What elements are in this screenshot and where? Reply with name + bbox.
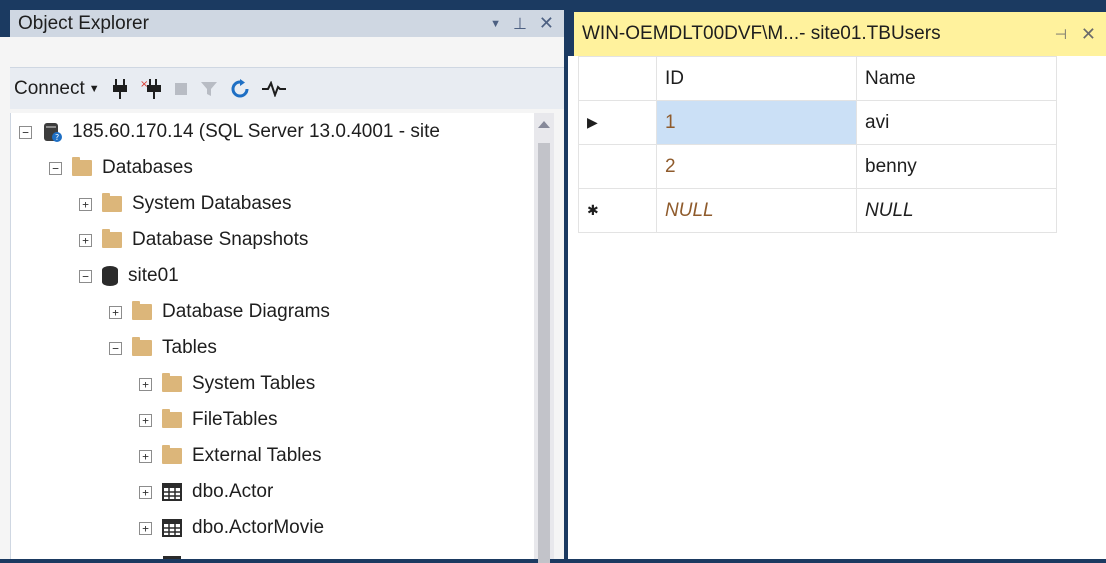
- row-selector-header[interactable]: [578, 56, 657, 101]
- tree-node-dbo-actor[interactable]: + dbo.Actor: [139, 475, 273, 509]
- tree-node-label: System Tables: [192, 373, 316, 394]
- window-position-dropdown-icon[interactable]: ▼: [490, 18, 501, 30]
- tree-node-label: Database Diagrams: [162, 301, 330, 322]
- tree-node-label: Tables: [162, 337, 217, 358]
- tree-node-databases[interactable]: − Databases: [49, 151, 193, 185]
- folder-icon: [162, 445, 182, 464]
- tree-node-partial: [139, 547, 192, 559]
- object-explorer-tree: − ? 185.60.170.14 (SQL Server 13.0.4001 …: [10, 113, 534, 559]
- filter-icon: [200, 80, 218, 98]
- collapse-icon[interactable]: −: [49, 161, 62, 175]
- tree-node-label: Database Snapshots: [132, 229, 309, 250]
- table-data-grid[interactable]: ID Name ▶ 1 avi 2 benny ✱ NULL NULL: [578, 56, 1057, 233]
- cell-name[interactable]: NULL: [856, 188, 1057, 233]
- stop-icon: [174, 82, 188, 96]
- tree-node-site01[interactable]: − site01: [79, 259, 179, 293]
- table-icon: [162, 483, 182, 501]
- object-explorer-title: Object Explorer: [18, 12, 149, 34]
- tree-node-label: 185.60.170.14 (SQL Server 13.0.4001 - si…: [72, 121, 440, 142]
- svg-text:?: ?: [55, 133, 59, 142]
- new-row-indicator-icon[interactable]: ✱: [578, 188, 657, 233]
- tree-node-dbo-actormovie[interactable]: + dbo.ActorMovie: [139, 511, 324, 545]
- refresh-icon[interactable]: [230, 78, 250, 99]
- tree-node-external-tables[interactable]: + External Tables: [139, 439, 322, 473]
- folder-icon: [102, 229, 122, 248]
- tree-node-server[interactable]: − ? 185.60.170.14 (SQL Server 13.0.4001 …: [19, 115, 440, 149]
- folder-icon: [102, 193, 122, 212]
- tree-node-system-databases[interactable]: + System Databases: [79, 187, 291, 221]
- tree-node-system-tables[interactable]: + System Tables: [139, 367, 315, 401]
- row-selector[interactable]: [578, 144, 657, 189]
- tree-node-label: dbo.ActorMovie: [192, 517, 325, 538]
- auto-hide-pin-icon[interactable]: ⊥: [513, 14, 527, 34]
- tree-node-label: External Tables: [192, 445, 322, 466]
- tab-label: WIN-OEMDLT00DVF\M...- site01.TBUsers: [582, 23, 941, 44]
- grid-header-row: ID Name: [578, 56, 1057, 101]
- tab-tbusers[interactable]: WIN-OEMDLT00DVF\M...- site01.TBUsers ⊣ ✕: [574, 12, 1106, 56]
- table-row[interactable]: 2 benny: [578, 144, 1057, 189]
- collapse-icon[interactable]: −: [79, 269, 92, 283]
- expand-icon[interactable]: +: [139, 485, 152, 499]
- connect-plug-icon[interactable]: [112, 78, 128, 99]
- server-icon: ?: [42, 121, 64, 143]
- expand-icon[interactable]: +: [139, 521, 152, 535]
- expand-icon[interactable]: +: [79, 233, 92, 247]
- cell-name[interactable]: avi: [856, 100, 1057, 145]
- table-icon: [162, 519, 182, 537]
- tree-node-database-snapshots[interactable]: + Database Snapshots: [79, 223, 308, 257]
- chevron-down-icon: ▼: [88, 82, 100, 95]
- object-explorer-panel: Object Explorer ▼ ⊥ ✕ Connect ▼ × − ? 18…: [0, 0, 564, 563]
- connect-label: Connect: [14, 77, 85, 99]
- folder-icon: [162, 409, 182, 428]
- disconnect-icon[interactable]: ×: [140, 78, 162, 99]
- column-header-id[interactable]: ID: [656, 56, 857, 101]
- folder-icon: [72, 157, 92, 176]
- cell-id[interactable]: 2: [656, 144, 857, 189]
- tree-node-label: FileTables: [192, 409, 278, 430]
- close-icon[interactable]: ✕: [539, 13, 554, 34]
- tree-node-filetables[interactable]: + FileTables: [139, 403, 278, 437]
- scrollbar-thumb[interactable]: [538, 143, 550, 563]
- tree-vertical-scrollbar[interactable]: [534, 113, 554, 563]
- folder-icon: [132, 301, 152, 320]
- current-row-indicator-icon[interactable]: ▶: [578, 100, 657, 145]
- collapse-icon[interactable]: −: [19, 125, 32, 139]
- document-tabstrip: WIN-OEMDLT00DVF\M...- site01.TBUsers ⊣ ✕: [568, 0, 1106, 56]
- results-grid-area: ID Name ▶ 1 avi 2 benny ✱ NULL NULL: [578, 56, 1106, 559]
- cell-id[interactable]: 1: [656, 100, 857, 145]
- table-row-new[interactable]: ✱ NULL NULL: [578, 188, 1057, 233]
- expand-icon[interactable]: +: [79, 197, 92, 211]
- collapse-icon[interactable]: −: [109, 341, 122, 355]
- tree-node-database-diagrams[interactable]: + Database Diagrams: [109, 295, 330, 329]
- expand-icon[interactable]: +: [139, 449, 152, 463]
- expand-icon[interactable]: +: [109, 305, 122, 319]
- cell-id[interactable]: NULL: [656, 188, 857, 233]
- close-tab-icon[interactable]: ✕: [1081, 24, 1096, 45]
- tree-node-label: site01: [128, 265, 179, 286]
- object-explorer-titlebar: Object Explorer ▼ ⊥ ✕: [0, 0, 564, 37]
- expand-icon[interactable]: +: [139, 413, 152, 427]
- column-header-name[interactable]: Name: [856, 56, 1057, 101]
- table-row[interactable]: ▶ 1 avi: [578, 100, 1057, 145]
- database-icon: [102, 266, 118, 286]
- scroll-up-icon[interactable]: [538, 121, 550, 128]
- expand-icon[interactable]: +: [139, 377, 152, 391]
- document-pane: WIN-OEMDLT00DVF\M...- site01.TBUsers ⊣ ✕…: [568, 0, 1106, 559]
- tree-node-label: System Databases: [132, 193, 292, 214]
- table-icon: [162, 555, 182, 559]
- connect-button[interactable]: Connect ▼: [14, 78, 100, 100]
- tree-node-label: dbo.Actor: [192, 481, 274, 502]
- tree-node-label: Databases: [102, 157, 193, 178]
- folder-icon: [132, 337, 152, 356]
- tree-node-tables[interactable]: − Tables: [109, 331, 217, 365]
- cell-name[interactable]: benny: [856, 144, 1057, 189]
- folder-icon: [162, 373, 182, 392]
- pin-tab-icon[interactable]: ⊣: [1055, 26, 1067, 43]
- activity-monitor-icon[interactable]: [261, 80, 286, 97]
- object-explorer-toolbar: Connect ▼ ×: [10, 67, 564, 109]
